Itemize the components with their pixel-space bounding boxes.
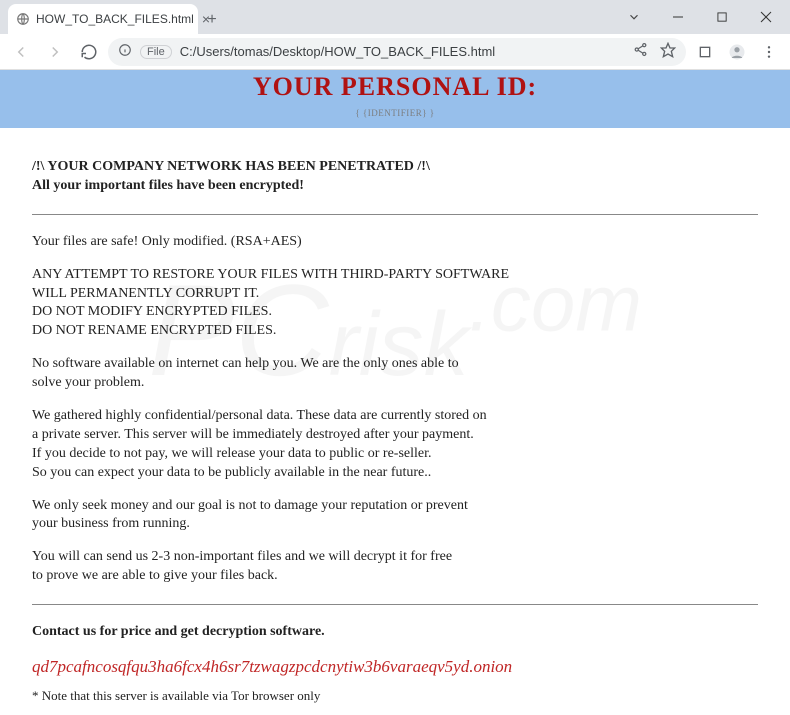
paragraph-warning: ANY ATTEMPT TO RESTORE YOUR FILES WITH T…	[32, 266, 758, 342]
minimize-button[interactable]	[658, 2, 698, 32]
tab-title: HOW_TO_BACK_FILES.html	[36, 12, 194, 26]
back-button[interactable]	[6, 37, 36, 67]
menu-icon[interactable]	[754, 37, 784, 67]
info-icon	[118, 43, 132, 60]
forward-button[interactable]	[40, 37, 70, 67]
browser-tab[interactable]: HOW_TO_BACK_FILES.html ×	[8, 4, 198, 34]
star-icon[interactable]	[660, 42, 676, 61]
paragraph-nosw: No software available on internet can he…	[32, 355, 758, 393]
globe-icon	[16, 12, 30, 26]
banner-title: YOUR PERSONAL ID:	[0, 72, 790, 102]
browser-toolbar: File C:/Users/tomas/Desktop/HOW_TO_BACK_…	[0, 34, 790, 70]
paragraph-data: We gathered highly confidential/personal…	[32, 407, 758, 483]
tor-note: * Note that this server is available via…	[32, 687, 758, 705]
paragraph-safe: Your files are safe! Only modified. (RSA…	[32, 233, 758, 252]
browser-titlebar: HOW_TO_BACK_FILES.html × +	[0, 0, 790, 34]
alert-line-1: /!\ YOUR COMPANY NETWORK HAS BEEN PENETR…	[32, 159, 430, 174]
contact-heading: Contact us for price and get decryption …	[32, 624, 325, 639]
paragraph-proof: You will can send us 2-3 non-important f…	[32, 548, 758, 586]
divider	[32, 604, 758, 605]
url-text: C:/Users/tomas/Desktop/HOW_TO_BACK_FILES…	[180, 44, 495, 59]
new-tab-button[interactable]: +	[198, 6, 226, 34]
onion-address: qd7pcafncosqfqu3ha6fcx4h6sr7tzwagzpcdcny…	[32, 656, 758, 679]
close-window-button[interactable]	[746, 2, 786, 32]
divider	[32, 214, 758, 215]
reload-button[interactable]	[74, 37, 104, 67]
profile-icon[interactable]	[722, 37, 752, 67]
maximize-button[interactable]	[702, 2, 742, 32]
page-content: YOUR PERSONAL ID: { {IDENTIFIER} } /!\ Y…	[0, 70, 790, 715]
identifier-placeholder: { {IDENTIFIER} }	[0, 108, 790, 118]
address-bar[interactable]: File C:/Users/tomas/Desktop/HOW_TO_BACK_…	[108, 38, 686, 66]
id-banner: YOUR PERSONAL ID: { {IDENTIFIER} }	[0, 70, 790, 128]
chevron-down-icon[interactable]	[614, 2, 654, 32]
paragraph-goal: We only seek money and our goal is not t…	[32, 497, 758, 535]
file-chip: File	[140, 45, 172, 59]
alert-line-2: All your important files have been encry…	[32, 178, 304, 193]
extensions-icon[interactable]	[690, 37, 720, 67]
share-icon[interactable]	[633, 42, 648, 61]
